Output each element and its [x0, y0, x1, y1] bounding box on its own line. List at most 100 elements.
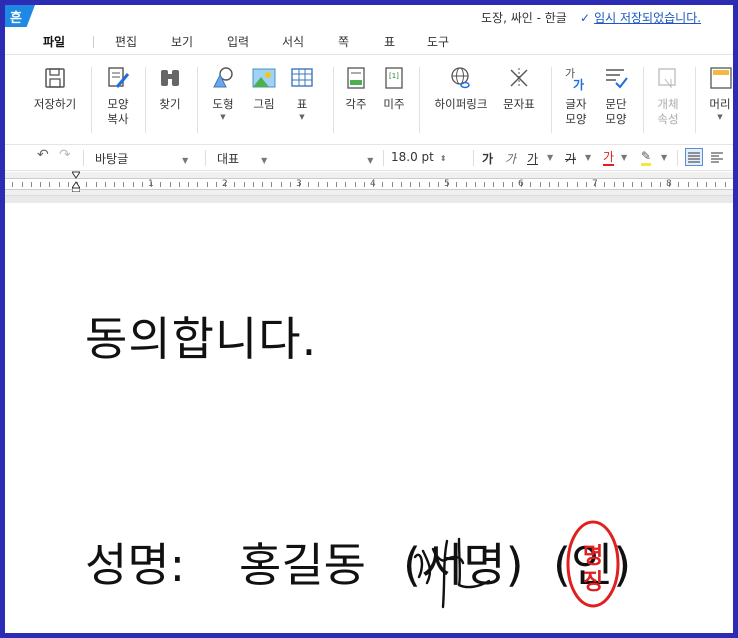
ruler-tick: [363, 182, 365, 187]
footnote-button[interactable]: 각주: [341, 65, 371, 112]
ruler-tick: [132, 182, 134, 187]
ruler-tick: [493, 182, 495, 187]
document-page[interactable]: 동의합니다. 성명: 홍길동 (서명) (인) 명 징: [5, 203, 733, 633]
ruler-tick: [141, 182, 143, 187]
chevron-down-icon: ▼: [585, 153, 592, 162]
menu-table[interactable]: 표: [384, 33, 395, 50]
ribbon-divider: [551, 67, 552, 133]
font-size-unit: pt: [421, 150, 434, 164]
ruler-tick: [114, 182, 115, 187]
ruler-tick: [188, 182, 189, 187]
align-justify-button[interactable]: [685, 148, 703, 166]
endnote-button[interactable]: [1] 미주: [379, 65, 409, 112]
menu-file[interactable]: 파일: [43, 33, 65, 50]
app-logo[interactable]: 흔: [5, 5, 35, 27]
menu-page[interactable]: 쪽: [338, 33, 349, 50]
redo-icon[interactable]: ↷: [59, 147, 71, 163]
para-shape-label-1: 문단: [605, 97, 627, 111]
picture-button[interactable]: 그림: [247, 65, 281, 112]
menu-bar: 파일 편집 보기 입력 서식 쪽 표 도구: [5, 27, 733, 55]
header-button[interactable]: 머리 ▼: [705, 65, 733, 122]
format-copy-button[interactable]: 모양 복사: [99, 65, 137, 127]
ruler-tick: [687, 182, 689, 187]
para-shape-button[interactable]: 문단 모양: [599, 65, 633, 127]
ruler-tick: [724, 182, 726, 187]
menu-tools[interactable]: 도구: [427, 33, 449, 50]
ruler-number: 8: [666, 179, 672, 189]
ruler-tick: [419, 182, 421, 187]
ruler-tick: [465, 182, 467, 187]
table-label: 표: [296, 97, 308, 111]
ribbon-divider: [333, 67, 334, 133]
char-shape-icon: 가가: [563, 65, 589, 92]
paragraph-style-select[interactable]: 바탕글 ▼: [95, 150, 188, 167]
ruler-tick: [511, 182, 513, 187]
ruler-tick: [715, 182, 717, 187]
format-divider: [205, 150, 206, 166]
font-size-input[interactable]: 18.0 pt ⬍: [391, 150, 447, 164]
ruler-number: 6: [518, 179, 524, 189]
ruler-tick: [326, 182, 328, 187]
ruler-tick: [345, 182, 347, 187]
ribbon-divider: [197, 67, 198, 133]
ruler-tick: [86, 182, 88, 187]
chevron-down-icon: ▼: [367, 156, 374, 165]
ruler-tick: [400, 182, 402, 187]
red-seal-stamp[interactable]: 명 징: [565, 519, 621, 611]
page-gap: [5, 196, 733, 203]
para-shape-label-2: 모양: [605, 112, 627, 126]
ribbon-divider: [91, 67, 92, 133]
ruler-tick: [650, 182, 652, 187]
ruler-tick: [354, 182, 356, 187]
highlight-pen-icon[interactable]: ✎: [641, 150, 652, 166]
strikethrough-button[interactable]: 가: [565, 150, 576, 167]
menu-view[interactable]: 보기: [171, 33, 193, 50]
table-button[interactable]: 표 ▼: [287, 65, 317, 122]
ruler-tick: [21, 182, 23, 187]
ruler-scale: 1 2 3 4 5 6 7 8: [5, 178, 733, 190]
underline-button[interactable]: 가: [527, 150, 538, 167]
ruler-tick: [474, 182, 476, 187]
save-status-link[interactable]: ✓ 임시 저장되었습니다.: [580, 9, 701, 26]
object-properties-button[interactable]: 개체 속성: [651, 65, 685, 127]
save-button[interactable]: 저장하기: [29, 65, 81, 112]
shape-button[interactable]: 도형 ▼: [205, 65, 241, 122]
char-shape-button[interactable]: 가가 글자 모양: [559, 65, 593, 127]
endnote-label: 미주: [383, 97, 405, 111]
header-icon: [707, 65, 733, 91]
symbol-button[interactable]: 문자표: [499, 65, 539, 112]
ruler-tick: [289, 182, 291, 187]
chevron-down-icon: ▼: [661, 153, 668, 162]
object-properties-label-1: 개체: [657, 97, 679, 111]
ruler-tick: [271, 182, 273, 187]
align-left-button[interactable]: [709, 149, 725, 168]
find-label: 찾기: [159, 97, 181, 111]
ruler-tick: [585, 182, 587, 187]
hyperlink-button[interactable]: 하이퍼링크: [429, 65, 493, 112]
bold-button[interactable]: 가: [482, 150, 493, 167]
ruler-tick: [391, 182, 393, 187]
shape-icon: [210, 65, 236, 91]
menu-insert[interactable]: 입력: [227, 33, 249, 50]
hyperlink-label: 하이퍼링크: [434, 97, 488, 111]
ruler-tick: [548, 182, 550, 187]
floppy-disk-icon: [42, 65, 68, 91]
chevron-down-icon: ▼: [182, 156, 189, 165]
font-color-button[interactable]: 가: [603, 150, 615, 166]
ribbon-toolbar: 저장하기 모양 복사 찾기 도형 ▼ 그림 표 ▼ 각주 [1] 미주 하이퍼링…: [5, 55, 733, 145]
undo-icon[interactable]: ↶: [37, 147, 49, 163]
indent-marker-icon[interactable]: [72, 170, 80, 192]
ruler[interactable]: 1 2 3 4 5 6 7 8: [5, 170, 733, 196]
ruler-tick: [49, 182, 51, 187]
menu-format[interactable]: 서식: [282, 33, 304, 50]
italic-button[interactable]: 가: [505, 150, 516, 167]
ruler-tick: [123, 182, 125, 187]
font-select[interactable]: 대표 ▼ ▼: [217, 150, 373, 167]
handwritten-signature[interactable]: [403, 519, 513, 609]
find-button[interactable]: 찾기: [153, 65, 187, 112]
spin-icon: ⬍: [439, 154, 447, 163]
menu-edit[interactable]: 편집: [115, 33, 137, 50]
ruler-tick: [280, 182, 282, 187]
char-shape-label-1: 글자: [565, 97, 587, 111]
format-brush-icon: [105, 65, 131, 91]
